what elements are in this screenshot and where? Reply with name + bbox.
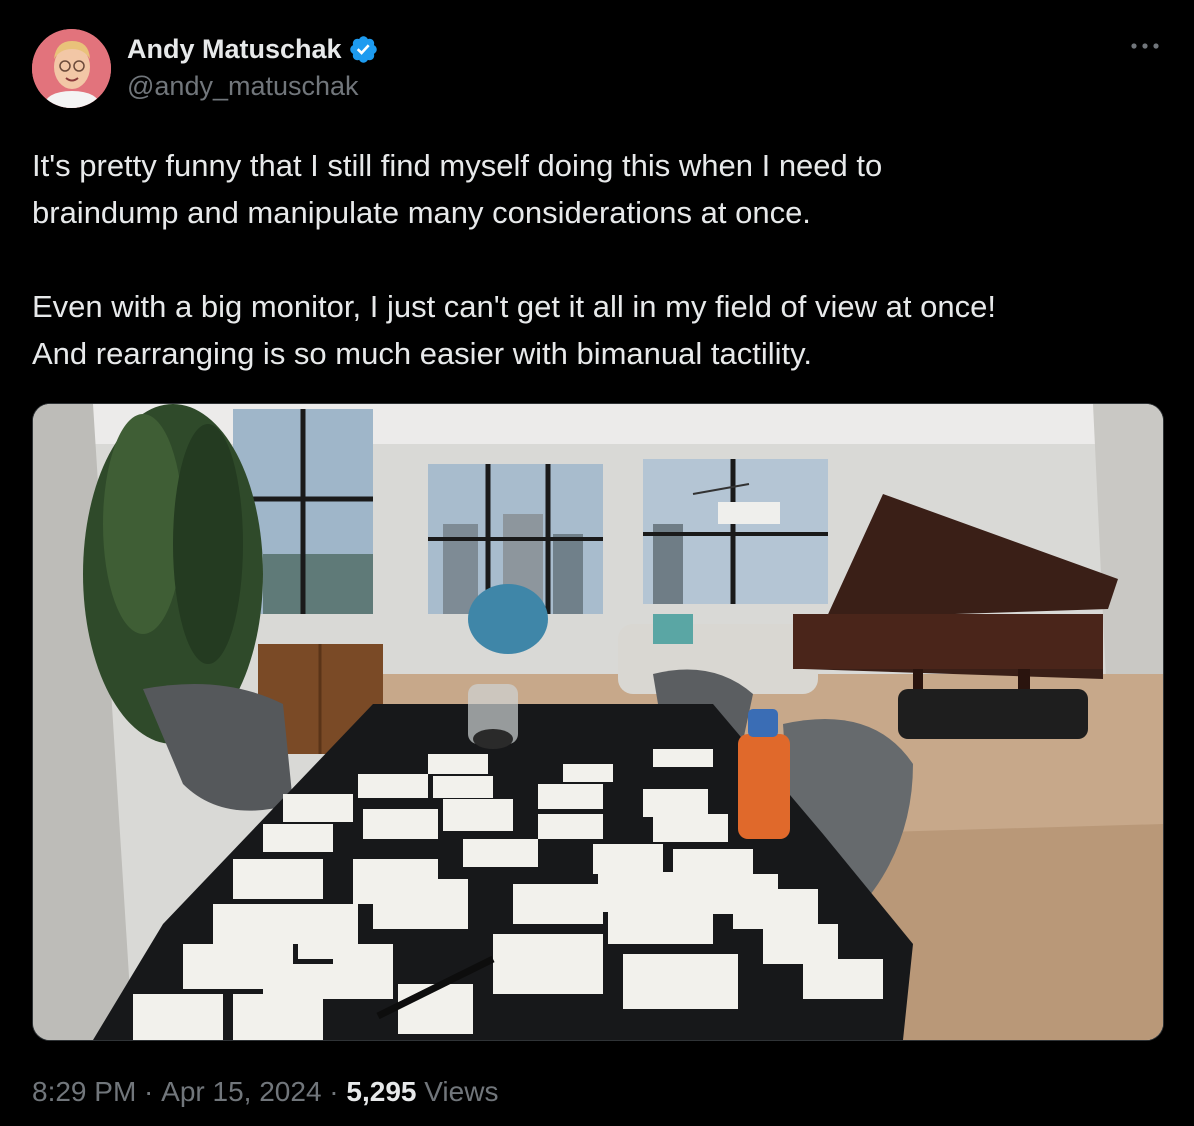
meta-separator-2: · — [321, 1076, 347, 1107]
author-info: Andy Matuschak @andy_matuschak — [127, 34, 379, 102]
tweet-meta: 8:29 PM · Apr 15, 2024 · 5,295 Views — [32, 1076, 498, 1108]
tweet-text: It's pretty funny that I still find myse… — [32, 148, 996, 371]
views-count[interactable]: 5,295 — [346, 1076, 416, 1108]
meta-separator-1: · — [136, 1076, 162, 1107]
author-name-row: Andy Matuschak — [127, 34, 379, 65]
more-options-icon[interactable] — [1128, 36, 1162, 56]
tweet-date[interactable]: Apr 15, 2024 — [161, 1076, 321, 1108]
author-avatar[interactable] — [32, 29, 111, 108]
tweet-time[interactable]: 8:29 PM — [32, 1076, 136, 1108]
author-display-name[interactable]: Andy Matuschak — [127, 34, 342, 65]
views-label: Views — [416, 1076, 499, 1107]
tweet-photo[interactable] — [32, 403, 1164, 1041]
author-handle[interactable]: @andy_matuschak — [127, 71, 379, 102]
verified-badge-icon — [349, 36, 377, 63]
living-room-photo — [33, 404, 1163, 1040]
